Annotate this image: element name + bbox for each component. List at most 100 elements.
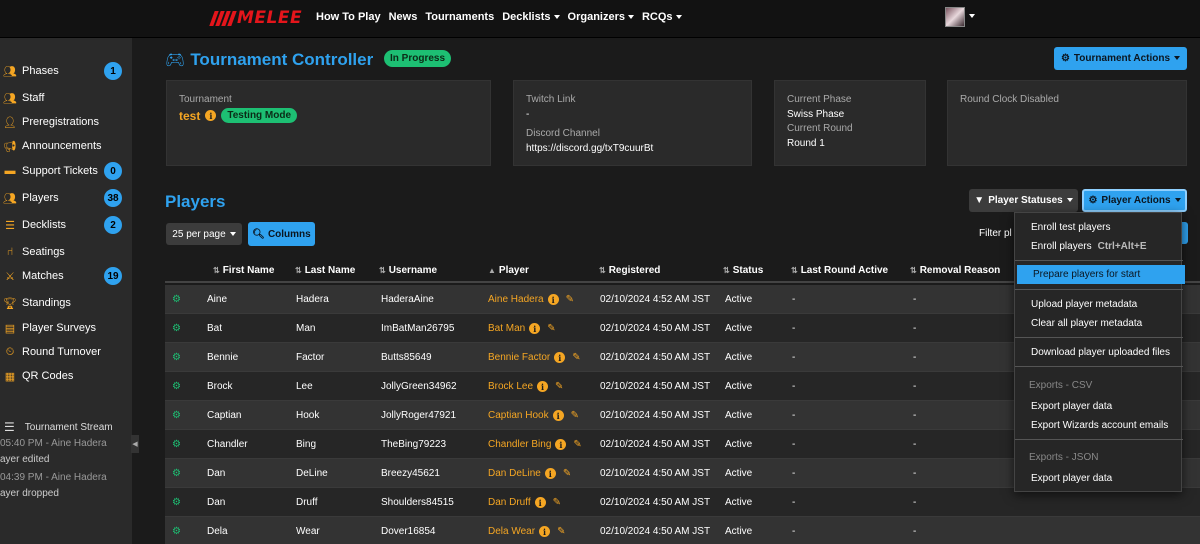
player-name-link[interactable]: Bennie Factor	[488, 352, 550, 363]
menu-item-prepare-players[interactable]: Prepare players for start	[1017, 265, 1185, 284]
row-gear-icon[interactable]: ⚙	[172, 381, 181, 392]
clock-icon: ⏲	[5, 345, 15, 358]
row-gear-icon[interactable]: ⚙	[172, 468, 181, 479]
chair-icon: ⑁	[6, 246, 14, 258]
menu-item-export-player-data-csv[interactable]: Export player data	[1015, 397, 1183, 416]
row-gear-icon[interactable]: ⚙	[172, 294, 181, 305]
column-header-last-name[interactable]: ⇅ Last Name	[295, 265, 355, 276]
tournament-name[interactable]: test	[179, 109, 200, 123]
player-actions-button[interactable]: ⚙ Player Actions	[1082, 189, 1187, 212]
column-header-last-round-active[interactable]: ⇅ Last Round Active	[791, 265, 888, 276]
menu-item-upload-metadata[interactable]: Upload player metadata	[1015, 295, 1183, 314]
sidebar-item-qr-codes[interactable]: ▦ QR Codes	[0, 366, 132, 386]
sidebar-item-players[interactable]: 👥︎ Players 38	[0, 188, 132, 208]
menu-lines-icon[interactable]: ☰	[4, 420, 15, 434]
tournament-actions-button[interactable]: ⚙ Tournament Actions	[1054, 47, 1187, 70]
player-name-link[interactable]: Dan DeLine	[488, 468, 541, 479]
info-icon[interactable]: i	[554, 352, 566, 363]
status-badge: In Progress	[384, 50, 452, 67]
sidebar-item-preregistrations[interactable]: 👤︎ Preregistrations	[0, 112, 132, 132]
row-gear-icon[interactable]: ⚙	[172, 323, 181, 334]
table-row: ⚙ Dan Druff Shoulders84515 Dan Druff i ✎ 02/10/…	[165, 488, 1200, 517]
column-header-player[interactable]: ▲ Player	[488, 265, 529, 276]
menu-divider	[1015, 289, 1183, 290]
edit-icon[interactable]: ✎	[547, 323, 555, 334]
menu-item-enroll-test-players[interactable]: Enroll test players	[1015, 218, 1183, 237]
menu-item-download-files[interactable]: Download player uploaded files	[1015, 343, 1183, 362]
info-icon[interactable]: i	[205, 110, 217, 121]
row-gear-icon[interactable]: ⚙	[172, 439, 181, 450]
cell-last-name: Factor	[296, 352, 325, 363]
sidebar-item-staff[interactable]: 👥︎ Staff	[0, 88, 132, 108]
info-icon[interactable]: i	[537, 381, 549, 392]
edit-icon[interactable]: ✎	[571, 410, 579, 421]
info-icon[interactable]: i	[534, 497, 546, 508]
nav-link-how-to-play[interactable]: How To Play	[316, 11, 381, 23]
sidebar-item-standings[interactable]: 🏆︎ Standings	[0, 293, 132, 313]
sidebar-item-phases[interactable]: 👥︎ Phases 1	[0, 61, 132, 81]
menu-item-export-wizards-emails[interactable]: Export Wizards account emails	[1015, 416, 1183, 435]
player-statuses-button[interactable]: ▼ Player Statuses	[969, 189, 1078, 212]
edit-icon[interactable]: ✎	[573, 439, 581, 450]
info-icon[interactable]: i	[555, 439, 567, 450]
nav-link-organizers[interactable]: Organizers	[568, 11, 634, 23]
info-icon[interactable]: i	[547, 294, 559, 305]
nav-links: How To Play News Tournaments Decklists Organ…	[316, 11, 682, 23]
sidebar-item-seatings[interactable]: ⑁ Seatings	[0, 242, 132, 262]
cell-username: Butts85649	[381, 352, 432, 363]
row-gear-icon[interactable]: ⚙	[172, 497, 181, 508]
info-icon[interactable]: i	[539, 526, 551, 537]
cell-player: Dan Druff i ✎	[488, 497, 561, 508]
row-gear-icon[interactable]: ⚙	[172, 352, 181, 363]
player-name-link[interactable]: Bat Man	[488, 323, 525, 334]
player-name-link[interactable]: Captian Hook	[488, 410, 549, 421]
columns-button[interactable]: 🔍︎ Columns	[248, 222, 315, 246]
player-name-link[interactable]: Brock Lee	[488, 381, 533, 392]
menu-item-clear-metadata[interactable]: Clear all player metadata	[1015, 314, 1183, 333]
sidebar-item-player-surveys[interactable]: ▤ Player Surveys	[0, 318, 132, 338]
row-gear-icon[interactable]: ⚙	[172, 410, 181, 421]
info-icon[interactable]: i	[552, 410, 564, 421]
player-name-link[interactable]: Aine Hadera	[488, 294, 544, 305]
cell-last-name: Wear	[296, 526, 320, 537]
info-icon[interactable]: i	[544, 468, 556, 479]
sidebar-item-announcements[interactable]: 📢︎ Announcements	[0, 136, 132, 156]
ticket-icon: ▬	[4, 165, 16, 177]
row-gear-icon[interactable]: ⚙	[172, 526, 181, 537]
sidebar-item-support-tickets[interactable]: ▬ Support Tickets 0	[0, 161, 132, 181]
column-header-status[interactable]: ⇅ Status	[723, 265, 763, 276]
avatar-chevron-down-icon[interactable]	[969, 14, 975, 18]
player-name-link[interactable]: Dela Wear	[488, 526, 535, 537]
melee-logo[interactable]: MELEE	[209, 8, 302, 28]
nav-link-decklists[interactable]: Decklists	[502, 11, 559, 23]
tournament-stream-header: ☰ Tournament Stream	[4, 420, 113, 434]
nav-link-rcqs[interactable]: RCQs	[642, 11, 682, 23]
sidebar-item-matches[interactable]: ⚔ Matches 19	[0, 266, 132, 286]
edit-icon[interactable]: ✎	[563, 468, 571, 479]
edit-icon[interactable]: ✎	[555, 381, 563, 392]
user-avatar[interactable]	[945, 7, 965, 27]
sidebar-item-round-turnover[interactable]: ⏲ Round Turnover	[0, 342, 132, 362]
edit-icon[interactable]: ✎	[572, 352, 580, 363]
sidebar-item-decklists[interactable]: ☰ Decklists 2	[0, 215, 132, 235]
player-name-link[interactable]: Dan Druff	[488, 497, 531, 508]
info-icon[interactable]: i	[529, 323, 541, 334]
cell-registered: 02/10/2024 4:50 AM JST	[600, 323, 711, 334]
count-badge: 19	[104, 267, 122, 285]
sidebar-collapse-handle[interactable]: ◀	[131, 435, 139, 453]
edit-icon[interactable]: ✎	[557, 526, 565, 537]
sidebar-item-label: Seatings	[22, 246, 65, 258]
nav-link-news[interactable]: News	[389, 11, 418, 23]
discord-link[interactable]: https://discord.gg/txT9cuurBt	[526, 143, 653, 154]
edit-icon[interactable]: ✎	[553, 497, 561, 508]
menu-item-enroll-players[interactable]: Enroll players Ctrl+Alt+E	[1015, 237, 1183, 256]
nav-link-tournaments[interactable]: Tournaments	[425, 11, 494, 23]
column-header-first-name[interactable]: ⇅ First Name	[213, 265, 274, 276]
column-header-registered[interactable]: ⇅ Registered	[599, 265, 660, 276]
per-page-select[interactable]: 25 per page	[166, 223, 242, 245]
edit-icon[interactable]: ✎	[566, 294, 574, 305]
menu-item-export-player-data-json[interactable]: Export player data	[1015, 469, 1183, 488]
column-header-username[interactable]: ⇅ Username	[379, 265, 437, 276]
column-header-removal-reason[interactable]: ⇅ Removal Reason	[910, 265, 1000, 276]
player-name-link[interactable]: Chandler Bing	[488, 439, 551, 450]
